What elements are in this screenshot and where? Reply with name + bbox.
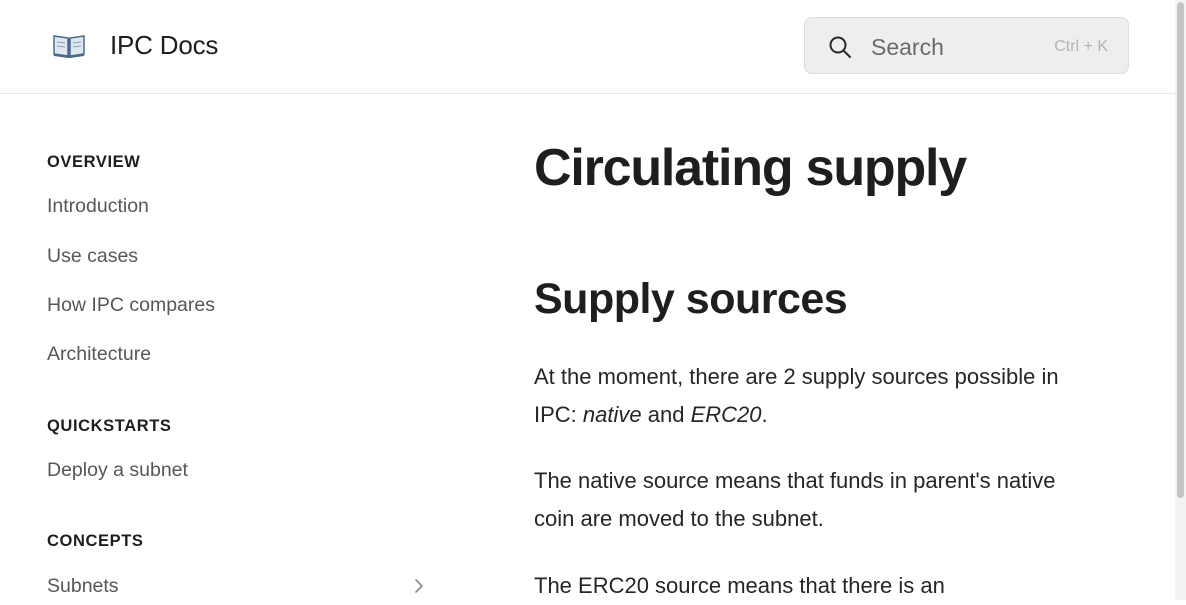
sidebar-item-subnets[interactable]: Subnets	[47, 575, 119, 598]
sidebar-item-architecture[interactable]: Architecture	[47, 343, 151, 366]
paragraph-supply-sources: At the moment, there are 2 supply source…	[534, 358, 1094, 434]
site-title[interactable]: IPC Docs	[110, 30, 218, 61]
paragraph-text: and	[641, 402, 691, 427]
sidebar-item-introduction[interactable]: Introduction	[47, 195, 149, 218]
open-book-icon[interactable]	[52, 32, 86, 58]
emphasis-native: native	[582, 402, 642, 427]
page-title: Circulating supply	[534, 139, 967, 197]
sidebar-item-how-ipc-compares[interactable]: How IPC compares	[47, 294, 215, 317]
emphasis-erc20: ERC20	[690, 402, 762, 427]
search-placeholder: Search	[871, 34, 944, 60]
sidebar-item-use-cases[interactable]: Use cases	[47, 245, 138, 268]
sidebar-section-concepts: CONCEPTS	[47, 532, 144, 550]
search-input[interactable]: Search Ctrl + K	[804, 17, 1129, 74]
sidebar-section-quickstarts: QUICKSTARTS	[47, 417, 172, 435]
keyboard-shortcut-hint: Ctrl + K	[1054, 38, 1108, 55]
search-icon	[828, 35, 852, 59]
scrollbar-thumb[interactable]	[1177, 2, 1184, 498]
paragraph-native-source: The native source means that funds in pa…	[534, 468, 1056, 531]
sidebar-item-deploy-a-subnet[interactable]: Deploy a subnet	[47, 459, 188, 482]
main-content: Circulating supply Supply sources At the…	[534, 95, 1164, 600]
chevron-right-icon[interactable]	[412, 578, 426, 594]
top-header: IPC Docs Search Ctrl + K	[0, 0, 1175, 94]
page-scrollbar[interactable]	[1175, 0, 1186, 600]
paragraph-text: .	[761, 402, 768, 427]
sidebar-nav: OVERVIEW Introduction Use cases How IPC …	[0, 95, 460, 600]
sidebar-section-overview: OVERVIEW	[47, 153, 141, 171]
section-heading: Supply sources	[534, 275, 848, 323]
paragraph-erc20-source: The ERC20 source means that there is an	[534, 573, 945, 598]
